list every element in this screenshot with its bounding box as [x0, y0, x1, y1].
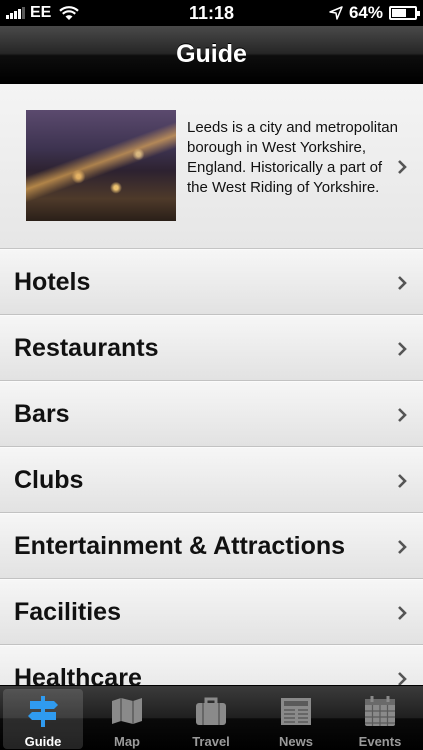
city-photo: [26, 110, 176, 221]
list-item-bars[interactable]: Bars: [0, 381, 423, 447]
signpost-icon: [28, 696, 58, 727]
chevron-right-icon: [395, 275, 409, 290]
suitcase-icon: [196, 697, 226, 725]
city-intro-text: Leeds is a city and metropolitan borough…: [187, 119, 398, 196]
tab-news[interactable]: News: [256, 689, 336, 749]
list-item-label: Facilities: [14, 598, 121, 626]
chevron-right-icon: [395, 159, 409, 174]
list-item-label: Clubs: [14, 466, 84, 494]
navigation-bar: Guide: [0, 26, 423, 84]
list-item-label: Hotels: [14, 268, 91, 296]
list-item-label: Bars: [14, 400, 70, 428]
list-item-entertainment-attractions[interactable]: Entertainment & Attractions: [0, 513, 423, 579]
list-item-label: Entertainment & Attractions: [14, 532, 346, 560]
chevron-right-icon: [395, 605, 409, 620]
chevron-right-icon: [395, 539, 409, 554]
list-item-facilities[interactable]: Facilities: [0, 579, 423, 645]
tab-map[interactable]: Map: [87, 689, 167, 749]
calendar-icon: [365, 696, 395, 726]
list-item-restaurants[interactable]: Restaurants: [0, 315, 423, 381]
newspaper-icon: [281, 698, 311, 725]
status-bar: EE 11:18 64%: [0, 0, 423, 26]
battery-icon: [389, 6, 420, 20]
list-item-label: Restaurants: [14, 334, 159, 362]
chevron-right-icon: [395, 407, 409, 422]
tab-guide[interactable]: Guide: [3, 689, 83, 749]
chevron-right-icon: [395, 341, 409, 356]
map-icon: [112, 698, 142, 724]
chevron-right-icon: [395, 671, 409, 686]
list-item-hotels[interactable]: Hotels: [0, 249, 423, 315]
tab-bar: Guide Map Travel News Events: [0, 685, 423, 750]
page-title: Guide: [176, 40, 247, 68]
tab-events[interactable]: Events: [340, 689, 420, 749]
chevron-right-icon: [395, 473, 409, 488]
battery-percent: 64%: [348, 3, 383, 22]
tab-travel[interactable]: Travel: [171, 689, 251, 749]
location-arrow-icon: [329, 6, 343, 20]
city-intro-row[interactable]: Leeds is a city and metropolitan borough…: [0, 84, 423, 249]
list-item-clubs[interactable]: Clubs: [0, 447, 423, 513]
